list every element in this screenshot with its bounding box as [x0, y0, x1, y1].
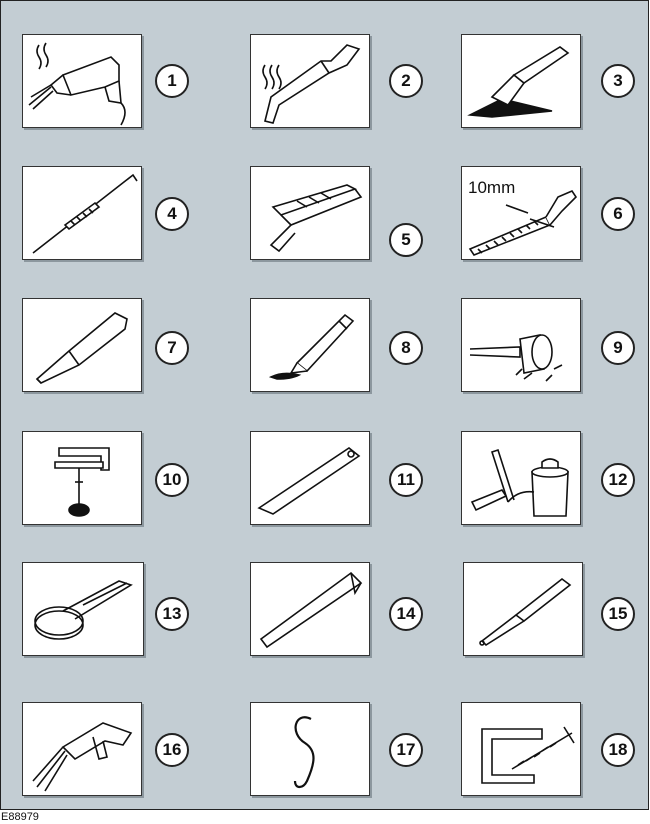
callout-10: 10	[155, 463, 189, 497]
callout-12: 12	[601, 463, 635, 497]
dimension-label: 10mm	[468, 178, 515, 197]
filter-wrench-icon	[22, 562, 144, 656]
callout-8: 8	[389, 331, 423, 365]
callout-2: 2	[389, 64, 423, 98]
file-icon: 10mm	[461, 166, 581, 260]
pick-tool-icon	[22, 166, 142, 260]
callout-14: 14	[389, 597, 423, 631]
tool-chart: 1 2 3 4 5 10mm 6 7 8 9 10 11 12 13 14 15…	[0, 0, 649, 810]
wedge-icon	[250, 431, 370, 525]
heat-gun-icon	[22, 34, 142, 128]
g-clamp-icon	[461, 702, 581, 796]
callout-9: 9	[601, 331, 635, 365]
mallet-icon	[461, 298, 581, 392]
figure-reference: E88979	[1, 811, 39, 823]
callout-16: 16	[155, 733, 189, 767]
air-blow-gun-icon	[22, 702, 142, 796]
soldering-iron-icon	[250, 34, 370, 128]
callout-17: 17	[389, 733, 423, 767]
callout-3: 3	[601, 64, 635, 98]
callout-7: 7	[155, 331, 189, 365]
callout-6: 6	[601, 197, 635, 231]
callout-13: 13	[155, 597, 189, 631]
s-hook-icon	[250, 702, 370, 796]
vacuum-cleaner-icon	[461, 431, 581, 525]
callout-11: 11	[389, 463, 423, 497]
pin-punch-icon	[463, 562, 583, 656]
scraper-icon	[461, 34, 581, 128]
punch-icon	[22, 298, 142, 392]
callout-15: 15	[601, 597, 635, 631]
marker-pen-icon	[250, 298, 370, 392]
callout-18: 18	[601, 733, 635, 767]
plastic-wedge-icon	[250, 562, 370, 656]
trim-clip-tool-icon	[250, 166, 370, 260]
clamp-stand-icon	[22, 431, 142, 525]
callout-5: 5	[389, 223, 423, 257]
callout-4: 4	[155, 197, 189, 231]
callout-1: 1	[155, 64, 189, 98]
